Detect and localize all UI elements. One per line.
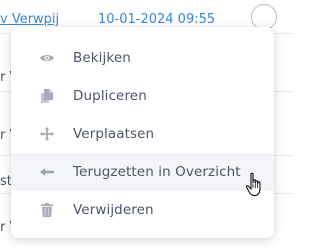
move-icon xyxy=(40,127,54,141)
menu-item-label: Bekijken xyxy=(73,50,131,66)
arrow-left-icon xyxy=(40,168,54,176)
menu-item-verplaatsen[interactable]: Verplaatsen xyxy=(11,115,274,153)
row-name-link[interactable]: v Verwpij xyxy=(0,12,59,27)
copy-icon xyxy=(41,89,53,103)
menu-item-dupliceren[interactable]: Dupliceren xyxy=(11,77,274,115)
row-date: 10-01-2024 09:55 xyxy=(98,12,216,27)
menu-item-label: Terugzetten in Overzicht xyxy=(73,164,241,180)
pointer-cursor-icon xyxy=(245,172,261,197)
eye-icon xyxy=(40,55,54,61)
menu-item-bekijken[interactable]: Bekijken xyxy=(11,39,274,77)
menu-item-label: Verplaatsen xyxy=(73,126,155,142)
menu-item-label: Dupliceren xyxy=(73,88,147,104)
menu-item-verwijderen[interactable]: Verwijderen xyxy=(11,191,274,229)
trash-icon xyxy=(41,203,53,217)
row-context-menu: Bekijken Dupliceren Verplaatsen Terugzet… xyxy=(11,27,274,238)
menu-item-terugzetten[interactable]: Terugzetten in Overzicht xyxy=(11,153,274,191)
menu-item-label: Verwijderen xyxy=(73,202,154,218)
